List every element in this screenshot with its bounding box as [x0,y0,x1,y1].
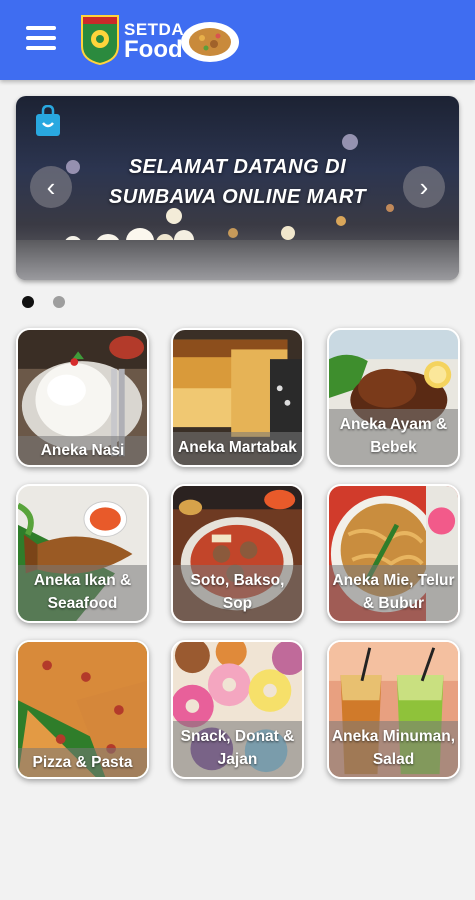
category-label: Pizza & Pasta [18,748,147,777]
category-label: Aneka Ikan & Seaafood [18,565,147,621]
slide-dot-2[interactable] [53,296,66,308]
emblem-icon [81,15,119,66]
category-label: Snack, Donat & Jajan [173,721,302,777]
chevron-right-icon: › [419,172,429,202]
chevron-left-icon: ‹ [46,172,56,202]
banner-text-line1: SELAMAT DATANG DI [128,156,347,178]
banner-text-line2: SUMBAWA ONLINE MART [108,186,367,208]
category-aneka-minuman-salad[interactable]: Aneka Minuman, Salad [327,640,460,779]
banner-next-button[interactable]: › [403,166,445,208]
category-soto-bakso-sop[interactable]: Soto, Bakso, Sop [171,484,304,623]
category-aneka-mie-telur-bubur[interactable]: Aneka Mie, Telur & Bubur [327,484,460,623]
category-label: Aneka Mie, Telur & Bubur [329,565,458,621]
category-aneka-martabak[interactable]: Aneka Martabak [171,328,304,467]
shopping-bag-icon[interactable] [34,105,62,137]
category-aneka-ayam-bebek[interactable]: Aneka Ayam & Bebek [327,328,460,467]
banner-prev-button[interactable]: ‹ [30,166,72,208]
app-logo: SETDA Food [80,12,240,68]
food-plate-icon [181,22,239,62]
category-label: Aneka Nasi [18,436,147,465]
slide-dot-1[interactable] [22,296,34,308]
category-label: Aneka Martabak [173,432,302,465]
category-aneka-ikan-seafood[interactable]: Aneka Ikan & Seaafood [16,484,149,623]
category-label: Aneka Ayam & Bebek [329,409,458,465]
category-label: Soto, Bakso, Sop [173,565,302,621]
category-snack-donat-jajan[interactable]: Snack, Donat & Jajan [171,640,304,779]
banner-ground [16,240,459,280]
hamburger-menu-icon[interactable] [26,26,58,54]
banner-welcome-text: SELAMAT DATANG DI SUMBAWA ONLINE MART [16,152,459,212]
logo-line2: Food [124,36,183,63]
app-bar: SETDA Food [0,0,475,80]
category-aneka-nasi[interactable]: Aneka Nasi [16,328,149,467]
category-pizza-pasta[interactable]: Pizza & Pasta [16,640,149,779]
promo-banner[interactable]: SELAMAT DATANG DI SUMBAWA ONLINE MART ‹ … [16,96,459,280]
slide-indicator [22,295,80,309]
category-label: Aneka Minuman, Salad [329,721,458,777]
